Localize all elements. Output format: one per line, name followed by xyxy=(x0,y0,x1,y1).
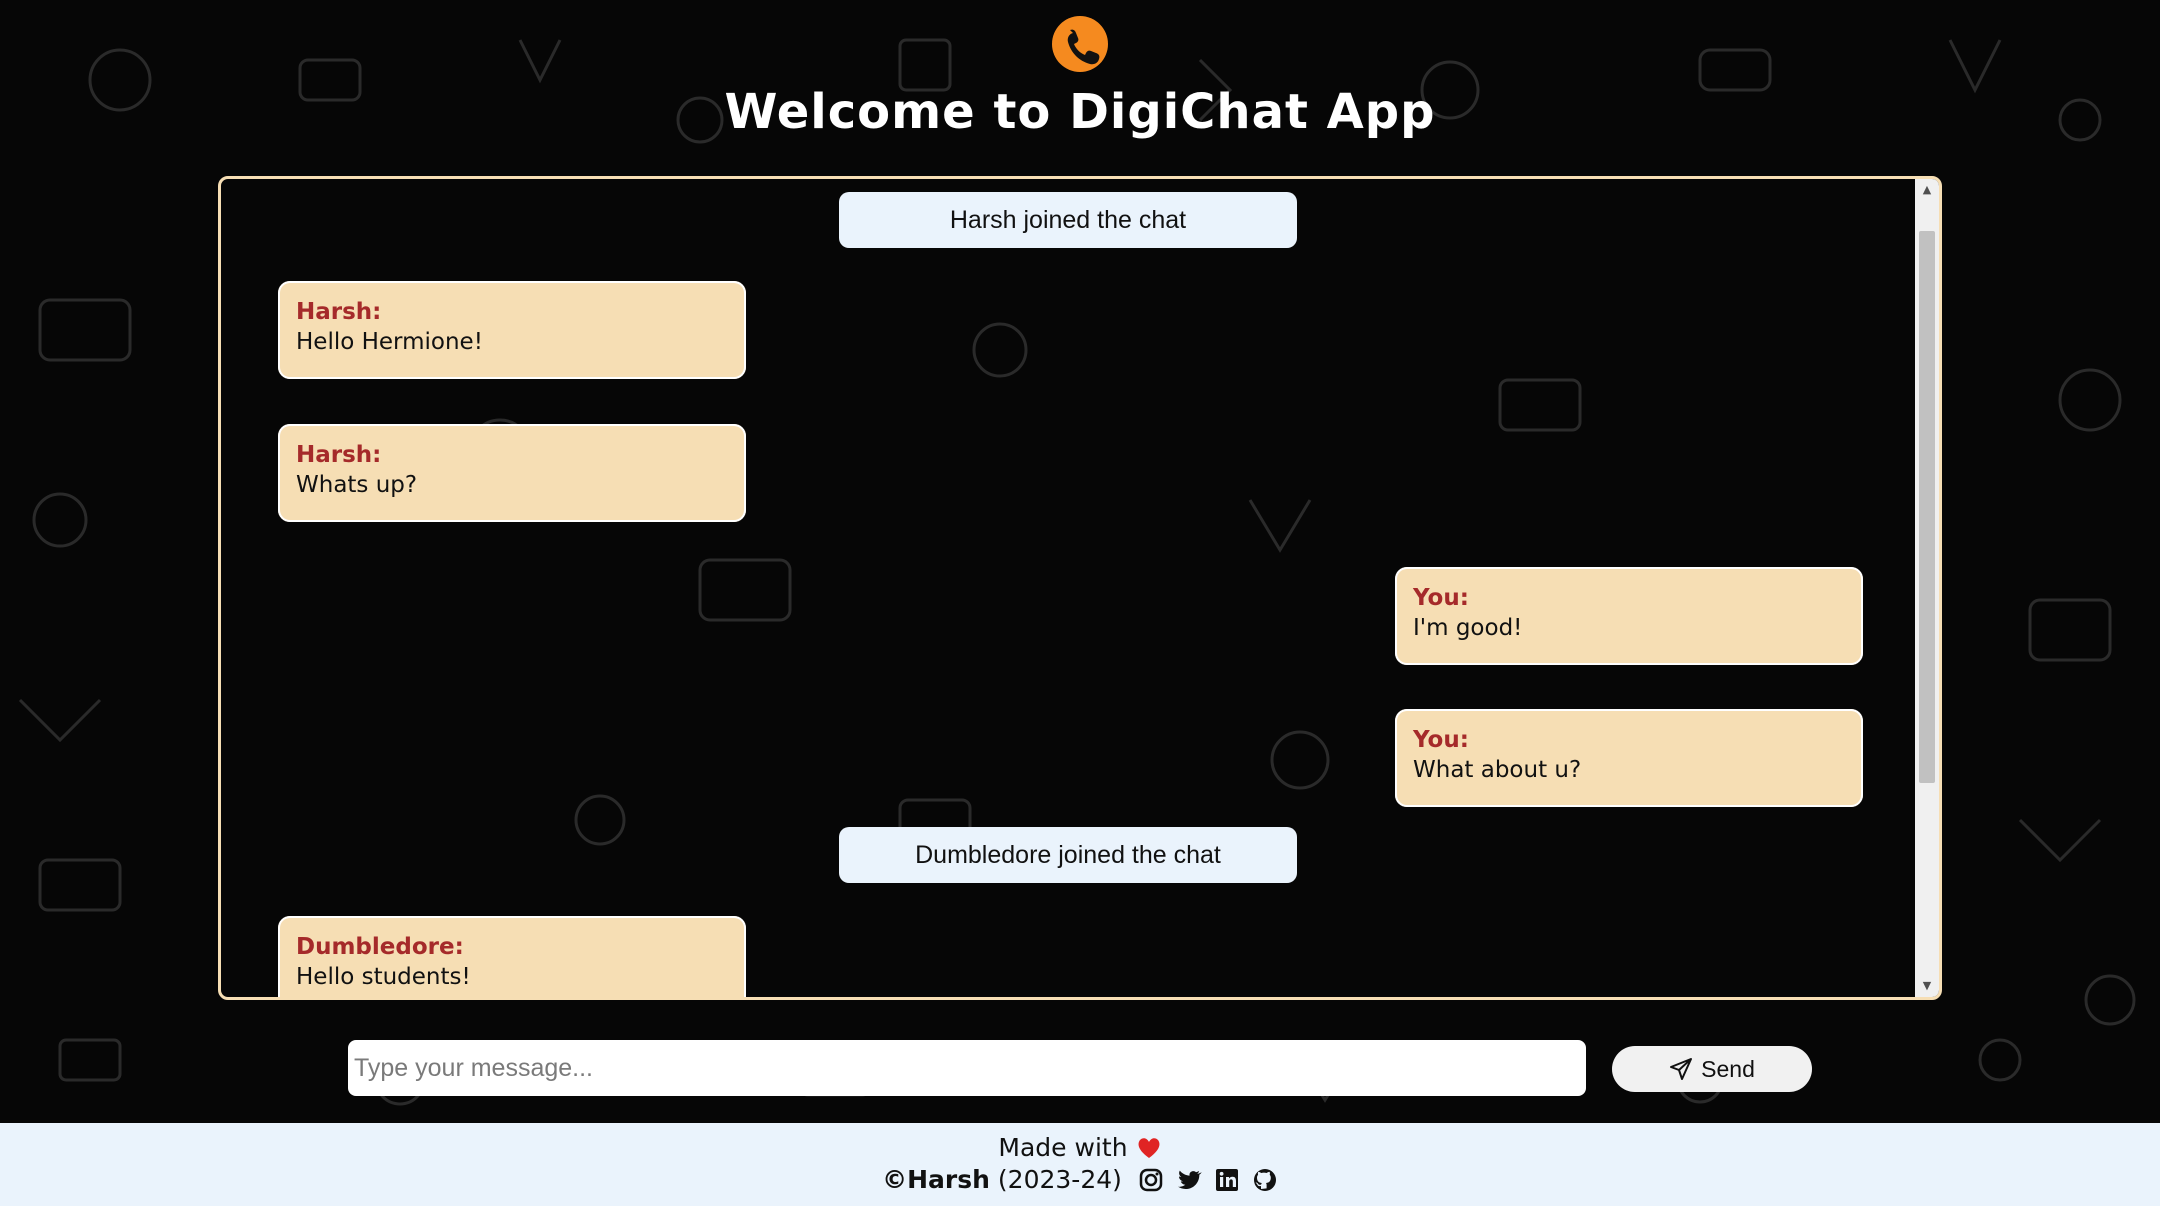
message-sender: Harsh: xyxy=(296,299,382,325)
twitter-icon[interactable] xyxy=(1176,1167,1202,1193)
message-sender: You: xyxy=(1413,585,1469,611)
linkedin-icon[interactable] xyxy=(1214,1167,1240,1193)
scroll-down-arrow-icon[interactable]: ▼ xyxy=(1915,975,1939,997)
send-button[interactable]: Send xyxy=(1612,1046,1812,1092)
scroll-thumb[interactable] xyxy=(1919,231,1935,783)
message-text: Whats up? xyxy=(296,472,418,498)
paper-plane-icon xyxy=(1670,1058,1693,1080)
made-with-text: Made with xyxy=(998,1133,1128,1162)
message-text: What about u? xyxy=(1413,757,1582,783)
message-bubble: You: What about u? xyxy=(1395,709,1863,807)
message-bubble: You: I'm good! xyxy=(1395,567,1863,665)
copyright-owner: ©Harsh xyxy=(882,1165,990,1194)
heart-icon xyxy=(1138,1137,1160,1158)
message-bubble: Harsh: Whats up? xyxy=(278,424,746,522)
instagram-icon[interactable] xyxy=(1138,1167,1164,1193)
message-text: Hello Hermione! xyxy=(296,329,483,355)
message-input[interactable] xyxy=(348,1040,1586,1096)
footer: Made with ©Harsh (2023-24) xyxy=(0,1123,2160,1206)
join-notice: Dumbledore joined the chat xyxy=(839,827,1297,883)
join-notice: Harsh joined the chat xyxy=(839,192,1297,248)
message-text: Hello students! xyxy=(296,964,471,990)
copyright-years: (2023-24) xyxy=(997,1165,1122,1194)
message-bubble: Harsh: Hello Hermione! xyxy=(278,281,746,379)
message-sender: You: xyxy=(1413,727,1469,753)
github-icon[interactable] xyxy=(1252,1167,1278,1193)
message-sender: Harsh: xyxy=(296,442,382,468)
message-bubble: Dumbledore: Hello students! xyxy=(278,916,746,997)
scroll-up-arrow-icon[interactable]: ▲ xyxy=(1915,179,1939,201)
whatsapp-logo-icon xyxy=(1052,16,1108,72)
chat-scrollbar[interactable]: ▲ ▼ xyxy=(1915,179,1939,997)
chat-window[interactable]: Harsh joined the chat Harsh: Hello Hermi… xyxy=(218,176,1942,1000)
message-text: I'm good! xyxy=(1413,615,1523,641)
page-title: Welcome to DigiChat App xyxy=(724,84,1436,140)
message-sender: Dumbledore: xyxy=(296,934,464,960)
send-label: Send xyxy=(1701,1055,1755,1082)
